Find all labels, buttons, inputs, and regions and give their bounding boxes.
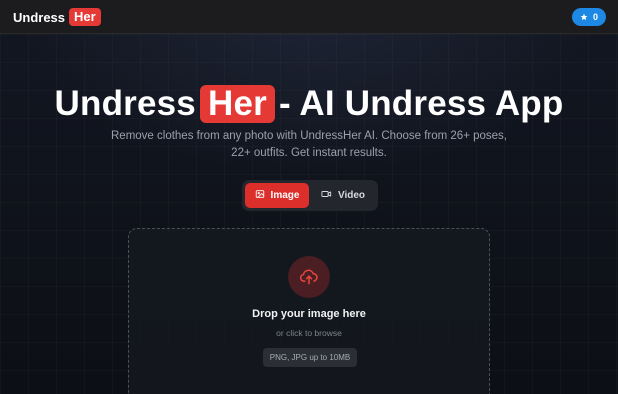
cloud-upload-icon bbox=[288, 256, 330, 298]
image-mode-button[interactable]: Image bbox=[245, 183, 309, 208]
title-end: - AI Undress App bbox=[278, 84, 564, 123]
title-highlight: Her bbox=[199, 85, 275, 123]
site-logo[interactable]: Undress Her bbox=[13, 8, 101, 26]
credits-count: 0 bbox=[592, 12, 598, 22]
page: Undress Her 0 Undress Her - AI Undress App… bbox=[0, 0, 618, 394]
video-mode-label: Video bbox=[337, 190, 366, 201]
dropzone-title: Drop your image here bbox=[252, 308, 366, 320]
image-icon bbox=[255, 189, 265, 202]
dropzone-subtitle: or click to browse bbox=[276, 328, 342, 338]
page-title: Undress Her - AI Undress App bbox=[0, 84, 618, 124]
credits-badge[interactable]: 0 bbox=[571, 8, 606, 26]
star-icon bbox=[580, 13, 588, 21]
file-format-badge: PNG, JPG up to 10MB bbox=[263, 348, 357, 367]
top-bar: Undress Her 0 bbox=[0, 0, 618, 34]
upload-dropzone[interactable]: Drop your image here or click to browse … bbox=[128, 228, 490, 394]
logo-text: Undress bbox=[13, 9, 66, 25]
page-subtitle: Remove clothes from any photo with Undre… bbox=[111, 130, 507, 159]
image-mode-label: Image bbox=[270, 190, 300, 201]
video-mode-button[interactable]: Video bbox=[311, 183, 375, 208]
logo-highlight: Her bbox=[69, 8, 101, 26]
title-start: Undress bbox=[54, 84, 196, 123]
mode-toggle: Image Video bbox=[242, 180, 378, 211]
video-icon bbox=[321, 189, 332, 202]
